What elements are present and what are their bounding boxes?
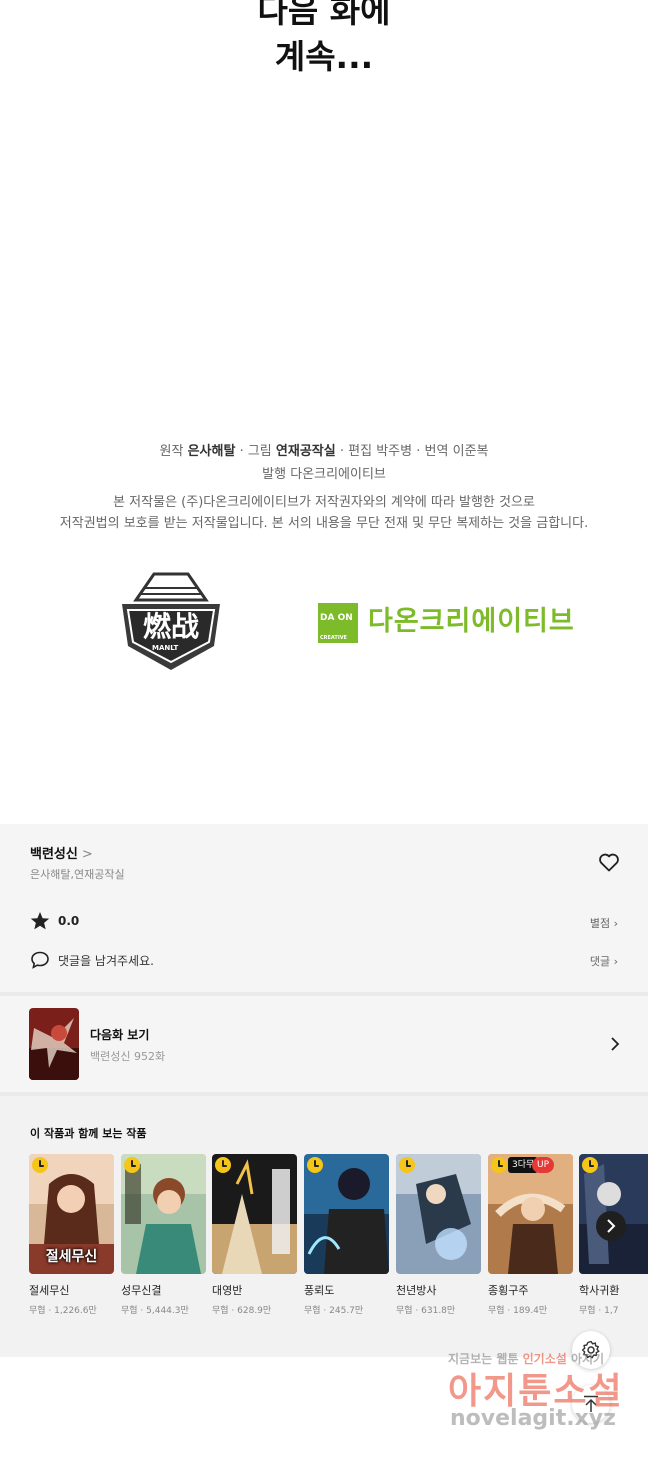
watermark: 지금보는 웹툰 인기소설 아지기 아지툰소설 novelagit.xyz: [440, 1348, 640, 1443]
next-episode-label[interactable]: 다음화 보기: [90, 1026, 149, 1043]
recommend-stat: 무협 · 631.8만: [396, 1306, 456, 1316]
daon-logo-text: 다온크리에이티브: [368, 606, 575, 637]
clock-icon: [32, 1157, 48, 1173]
recommend-stat: 무협 · 1,7: [579, 1306, 619, 1316]
recommend-heading: 이 작품과 함께 보는 작품: [30, 1127, 147, 1140]
clock-icon: [399, 1157, 415, 1173]
series-title: 백련성신: [30, 847, 78, 862]
daon-logo-mark: DA ON CREATIVE: [318, 603, 358, 643]
recommend-cover[interactable]: [304, 1154, 389, 1274]
recommend-item[interactable]: 풍뢰도 무협 · 245.7만: [304, 1154, 389, 1316]
translator-name: 이준복: [452, 444, 489, 459]
scroll-right-button[interactable]: [596, 1211, 626, 1241]
sep: ·: [339, 444, 344, 459]
recommend-title: 학사귀환: [579, 1284, 620, 1297]
clock-icon: [124, 1157, 140, 1173]
sep: ·: [239, 444, 244, 459]
next-episode-thumbnail[interactable]: [29, 1008, 79, 1080]
daon-mark-sub: CREATIVE: [320, 635, 347, 641]
cover-title-text: 절세무신: [45, 1249, 98, 1265]
recommend-title: 풍뢰도: [304, 1284, 335, 1297]
original-author: 은사해탈: [187, 444, 236, 459]
copyright-line-2: 저작권법의 보호를 받는 저작물입니다. 본 서의 내용을 무단 전재 및 무단…: [59, 516, 589, 531]
recommend-stat: 무협 · 628.9만: [212, 1306, 272, 1316]
continued-heading: 다음 화에 계속...: [0, 0, 648, 80]
publisher-label: 발행: [262, 467, 287, 482]
recommend-cover[interactable]: 절세무신: [29, 1154, 114, 1274]
continued-line-1: 다음 화에: [257, 0, 391, 30]
daon-mark-text: DA ON: [320, 613, 353, 623]
recommend-title: 종횡구주: [488, 1284, 529, 1297]
comment-input[interactable]: 댓글을 남겨주세요.: [58, 952, 154, 969]
art-author: 연재공작실: [275, 444, 336, 459]
recommend-item[interactable]: 대영반 무협 · 628.9만: [212, 1154, 297, 1316]
art-label: 그림: [247, 444, 272, 459]
recommend-cover[interactable]: [212, 1154, 297, 1274]
credits-line-2: 발행 다온크리에이티브: [0, 463, 648, 486]
chevron-right-icon[interactable]: [607, 1035, 623, 1053]
recommend-title: 대영반: [212, 1284, 243, 1297]
rate-link[interactable]: 별점 ›: [590, 915, 618, 931]
svg-text:燃战: 燃战: [143, 610, 199, 643]
copyright-line-1: 본 저작물은 (주)다온크리에이티브가 저작권자와의 계약에 따라 발행한 것으…: [113, 495, 535, 510]
original-label: 원작: [159, 444, 184, 459]
credits-block: 원작 은사해탈 · 그림 연재공작실 · 편집 박주병 · 번역 이준복 발행 …: [0, 440, 648, 486]
comment-icon: [30, 950, 50, 970]
series-authors: 은사해탈,연재공작실: [30, 868, 125, 881]
rating-value: 0.0: [58, 914, 80, 928]
studio-logo-text: MANLT: [152, 644, 179, 652]
recommend-stat: 무협 · 189.4만: [488, 1306, 548, 1316]
copyright-notice: 본 저작물은 (주)다온크리에이티브가 저작권자와의 계약에 따라 발행한 것으…: [0, 492, 648, 534]
recommend-title: 천년방사: [396, 1284, 437, 1297]
clock-icon: [582, 1157, 598, 1173]
daon-creative-logo: DA ON CREATIVE 다온크리에이티브: [318, 603, 588, 649]
rate-link-label: 별점: [589, 917, 611, 930]
next-episode-card[interactable]: [0, 996, 648, 1092]
recommend-stat: 무협 · 1,226.6만: [29, 1306, 97, 1316]
favorite-heart-icon[interactable]: [597, 850, 621, 874]
clock-icon: [307, 1157, 323, 1173]
recommend-list: 절세무신 절세무신 무협 · 1,226.6만 성무신결 무협 · 5,444.…: [29, 1154, 648, 1324]
next-episode-subtitle: 백련성신 952화: [90, 1050, 166, 1063]
clock-icon: [491, 1157, 507, 1173]
publisher-name: 다온크리에이티브: [290, 467, 386, 482]
studio-logo: 燃战 MANLT: [116, 570, 226, 674]
recommend-cover[interactable]: [121, 1154, 206, 1274]
recommend-title: 성무신결: [121, 1284, 162, 1297]
watermark-url: novelagit.xyz: [450, 1406, 616, 1431]
star-icon: [30, 911, 50, 931]
recommend-item[interactable]: 3다무 UP 종횡구주 무협 · 189.4만: [488, 1154, 573, 1316]
recommend-item[interactable]: 절세무신 절세무신 무협 · 1,226.6만: [29, 1154, 114, 1316]
continued-line-2: 계속...: [274, 37, 374, 76]
recommend-item[interactable]: 천년방사 무협 · 631.8만: [396, 1154, 481, 1316]
studio-logo-icon: 燃战 MANLT: [122, 572, 220, 670]
recommend-cover[interactable]: [396, 1154, 481, 1274]
recommend-title: 절세무신: [29, 1284, 70, 1297]
comments-link-label: 댓글: [589, 955, 611, 968]
translator-label: 번역: [424, 444, 449, 459]
recommend-stat: 무협 · 245.7만: [304, 1306, 364, 1316]
chevron-right-icon: >: [81, 847, 93, 862]
badge-up: UP: [532, 1157, 555, 1173]
recommend-stat: 무협 · 5,444.3만: [121, 1306, 189, 1316]
editor-label: 편집: [348, 444, 373, 459]
series-title-link[interactable]: 백련성신 >: [30, 843, 93, 862]
sep: ·: [416, 444, 421, 459]
credits-line-1: 원작 은사해탈 · 그림 연재공작실 · 편집 박주병 · 번역 이준복: [0, 440, 648, 463]
clock-icon: [215, 1157, 231, 1173]
chevron-right-icon: [607, 1219, 616, 1233]
comments-link[interactable]: 댓글 ›: [590, 953, 618, 969]
editor-name: 박주병: [376, 444, 413, 459]
recommend-item[interactable]: 성무신결 무협 · 5,444.3만: [121, 1154, 206, 1316]
divider: [0, 1092, 648, 1096]
recommend-cover[interactable]: 3다무 UP: [488, 1154, 573, 1274]
